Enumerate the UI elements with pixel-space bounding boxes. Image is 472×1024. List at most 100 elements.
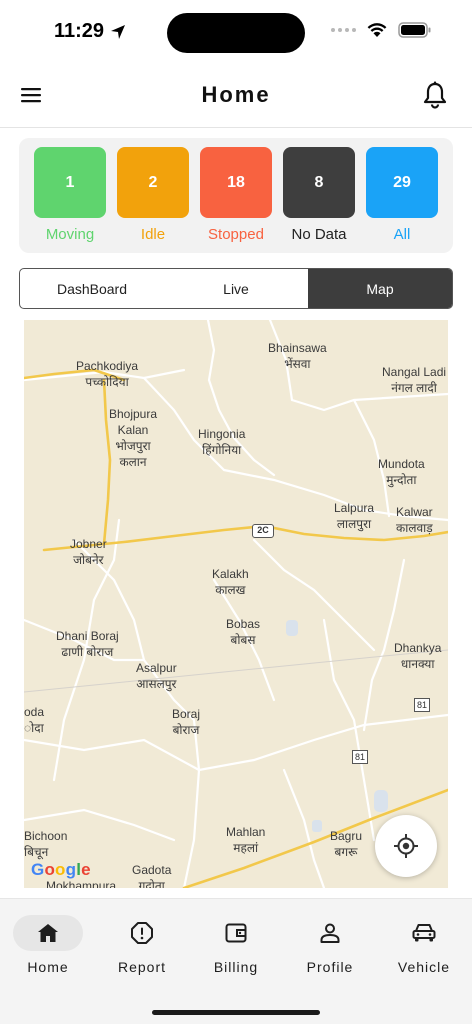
place-name: Nangal Ladi	[382, 365, 447, 379]
map-place-label: Dhani Boraj ढाणी बोराज	[56, 628, 119, 660]
place-name: Asalpur	[136, 661, 177, 675]
place-name-hindi: आसलपुर	[136, 677, 177, 691]
nav-home[interactable]: Home	[12, 915, 84, 975]
map-place-label: Hingonia हिंगोनिया	[198, 426, 245, 458]
place-name: Jobner	[70, 537, 107, 551]
nav-label: Vehicle	[397, 959, 451, 975]
place-name: Pachkodiya	[76, 359, 139, 373]
notification-bell-icon[interactable]	[422, 81, 448, 109]
place-name-hindi: महलां	[233, 841, 259, 855]
place-name-hindi: ोदा	[24, 721, 44, 735]
view-segmented-control: DashBoard Live Map	[19, 268, 453, 309]
wifi-icon	[367, 23, 387, 37]
map-place-label: Bagru बगरू	[330, 828, 362, 860]
place-name-hindi: हिंगोनिया	[202, 443, 242, 457]
app-header: Home	[0, 62, 472, 128]
road-shield: 81	[352, 750, 368, 764]
filter-count: 29	[393, 173, 411, 191]
place-name-hindi: मुन्दोता	[386, 473, 417, 487]
nav-icon-wrap	[107, 915, 177, 951]
home-indicator	[152, 1010, 320, 1015]
map-place-label: Mahlan महलां	[226, 824, 265, 856]
google-logo: Google	[31, 860, 91, 880]
place-name-hindi: भेंसवा	[284, 357, 311, 371]
map-place-label: oda ोदा	[24, 704, 44, 736]
place-name-hindi: कालख	[215, 583, 246, 597]
tab-map[interactable]: Map	[308, 269, 452, 308]
place-name: Lalpura	[334, 501, 375, 515]
filter-no-data[interactable]: 8 No Data	[283, 147, 355, 253]
map-view[interactable]: Pachkodiya पच्कोदिया Bhainsawa भेंसवा Na…	[24, 320, 448, 888]
place-name: Bhainsawa	[268, 341, 327, 355]
filter-count: 18	[227, 173, 245, 191]
map-place-label: Pachkodiya पच्कोदिया	[76, 358, 138, 390]
filter-all[interactable]: 29 All	[366, 147, 438, 253]
road-shield: 81	[414, 698, 430, 712]
place-name: Boraj	[172, 707, 201, 721]
tab-live[interactable]: Live	[164, 269, 308, 308]
map-place-label: Bobas बोबस	[226, 616, 260, 648]
map-place-label: Kalwar कालवाड़	[396, 504, 433, 536]
nav-billing[interactable]: Billing	[200, 915, 272, 975]
wallet-icon	[225, 923, 247, 943]
place-name-hindi: बगरू	[334, 845, 358, 859]
map-place-label: Asalpur आसलपुर	[136, 660, 177, 692]
nav-icon-wrap	[13, 915, 83, 951]
filter-count: 1	[65, 173, 75, 191]
map-place-label: Bhojpura Kalan भोजपुरा कलान	[106, 406, 160, 470]
map-place-label: Jobner जोबनेर	[70, 536, 107, 568]
place-name: Dhankya	[394, 641, 442, 655]
place-name-hindi: पच्कोदिया	[85, 375, 129, 389]
place-name: Kalakh	[212, 567, 249, 581]
place-name-hindi: नंगल लादी	[391, 381, 437, 395]
status-bar: 11:29	[0, 0, 472, 62]
filter-label: Idle	[140, 226, 166, 243]
map-place-label: Lalpura लालपुरा	[334, 500, 374, 532]
filter-count-box: 29	[366, 147, 438, 218]
place-name-hindi: बिचून	[24, 845, 49, 859]
status-indicators	[331, 22, 432, 38]
filter-count-box: 1	[34, 147, 106, 218]
map-place-label: Kalakh कालख	[212, 566, 249, 598]
user-icon	[320, 923, 340, 943]
my-location-button[interactable]	[375, 815, 437, 877]
nav-profile[interactable]: Profile	[294, 915, 366, 975]
place-name: Bobas	[226, 617, 261, 631]
google-logo-letter: G	[31, 860, 45, 879]
nav-icon-wrap	[201, 915, 271, 951]
nav-vehicle[interactable]: Vehicle	[388, 915, 460, 975]
nav-label: Billing	[213, 959, 259, 975]
place-name: Bagru	[330, 829, 363, 843]
filter-count: 2	[148, 173, 158, 191]
place-name-hindi: बोराज	[172, 723, 200, 737]
google-logo-letter: e	[81, 860, 91, 879]
place-name: Mundota	[378, 457, 425, 471]
map-place-label: Dhankya धानक्या	[394, 640, 441, 672]
place-name-hindi: गदोता	[138, 879, 165, 888]
filter-count-box: 2	[117, 147, 189, 218]
filter-count: 8	[314, 173, 324, 191]
home-icon	[38, 924, 58, 942]
road-shield-label: 81	[416, 700, 427, 710]
nav-icon-wrap	[295, 915, 365, 951]
place-name-hindi: भोजपुरा कलान	[115, 439, 151, 469]
place-name-hindi: धानक्या	[400, 657, 435, 671]
page-title: Home	[201, 82, 271, 107]
location-arrow-icon	[111, 24, 126, 39]
place-name: Kalwar	[396, 505, 433, 519]
filter-label: No Data	[291, 226, 347, 243]
google-logo-letter: o	[55, 860, 66, 879]
tab-dashboard[interactable]: DashBoard	[20, 269, 164, 308]
filter-count-box: 18	[200, 147, 272, 218]
vehicle-status-filters: 1 Moving 2 Idle 18 Stopped 8 No Data 29 …	[19, 138, 453, 253]
place-name: Mahlan	[226, 825, 266, 839]
filter-stopped[interactable]: 18 Stopped	[200, 147, 272, 253]
nav-report[interactable]: Report	[106, 915, 178, 975]
place-name-hindi: लालपुरा	[336, 517, 372, 531]
status-time: 11:29	[54, 20, 126, 43]
place-name-hindi: बोबस	[230, 633, 256, 647]
map-place-label: Mundota मुन्दोता	[378, 456, 425, 488]
filter-moving[interactable]: 1 Moving	[34, 147, 106, 253]
place-name-hindi: कालवाड़	[396, 521, 433, 535]
filter-idle[interactable]: 2 Idle	[117, 147, 189, 253]
